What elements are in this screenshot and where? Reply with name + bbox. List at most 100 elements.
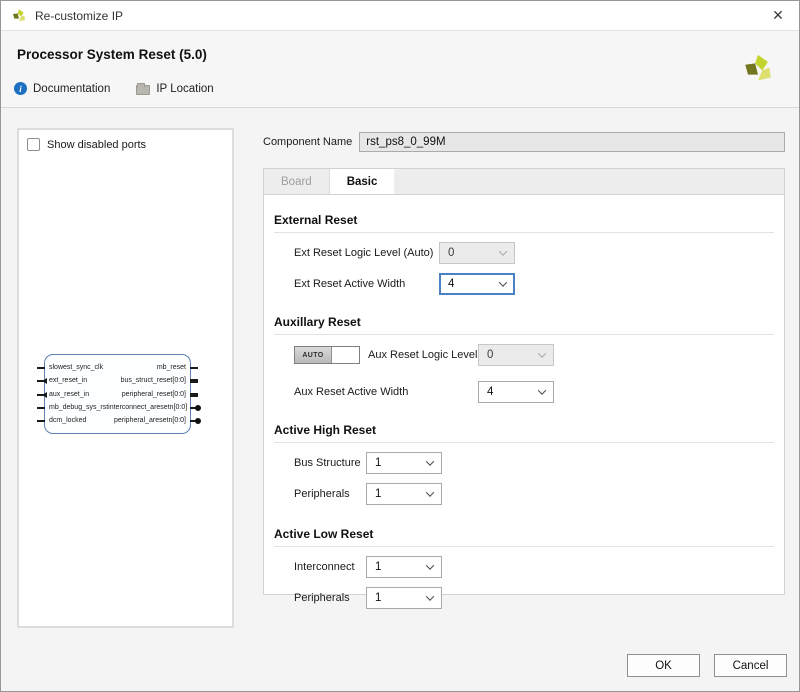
show-disabled-ports-row: Show disabled ports xyxy=(19,130,232,151)
select-value: 1 xyxy=(375,561,382,573)
section-external-reset: External Reset Ext Reset Logic Level (Au… xyxy=(274,211,774,295)
tabstrip: Board Basic xyxy=(263,168,785,194)
port-label: interconnect_aresetn[0:0] xyxy=(108,403,188,411)
field-label: Peripherals xyxy=(294,488,350,500)
field-label: Aux Reset Logic Level xyxy=(368,349,478,361)
ports-panel: Show disabled ports slowest_sync_clk mb_… xyxy=(17,128,234,628)
documentation-label: Documentation xyxy=(33,82,111,95)
port-row: mb_debug_sys_rst interconnect_aresetn[0:… xyxy=(37,402,201,414)
port-label: peripheral_aresetn[0:0] xyxy=(114,417,186,424)
select-value: 4 xyxy=(448,278,455,290)
header: Processor System Reset (5.0) i Documenta… xyxy=(1,31,799,108)
port-row: aux_reset_in peripheral_reset[0:0] xyxy=(37,389,198,401)
folder-icon xyxy=(136,82,151,95)
field-label: Peripherals xyxy=(294,592,350,604)
interconnect-select[interactable]: 1 xyxy=(366,556,442,578)
chevron-down-icon xyxy=(498,247,508,256)
section-title: Active Low Reset xyxy=(274,525,774,547)
section-title: Active High Reset xyxy=(274,421,774,443)
peripherals-low-row: Peripherals 1 xyxy=(274,587,774,609)
toolbar: i Documentation IP Location xyxy=(14,82,214,95)
bus-structure-select[interactable]: 1 xyxy=(366,452,442,474)
peripherals-low-select[interactable]: 1 xyxy=(366,587,442,609)
port-label: mb_reset xyxy=(156,364,186,371)
field-label: Aux Reset Active Width xyxy=(294,386,409,398)
ip-location-button[interactable]: IP Location xyxy=(136,82,214,95)
peripherals-high-select[interactable]: 1 xyxy=(366,483,442,505)
ip-location-label: IP Location xyxy=(156,82,214,95)
aux-reset-active-width-row: Aux Reset Active Width 4 xyxy=(274,381,774,403)
peripherals-high-row: Peripherals 1 xyxy=(274,483,774,505)
window-title: Re-customize IP xyxy=(35,8,124,23)
field-label: Bus Structure xyxy=(294,457,361,469)
field-label: Ext Reset Logic Level (Auto) xyxy=(294,247,434,259)
port-label: aux_reset_in xyxy=(49,390,90,398)
port-label: bus_struct_reset[0:0] xyxy=(120,377,186,385)
port-row: slowest_sync_clk mb_reset xyxy=(37,362,198,374)
xilinx-logo xyxy=(745,54,771,81)
select-value: 0 xyxy=(448,247,455,259)
ip-block-diagram: slowest_sync_clk mb_reset ext_reset_in b… xyxy=(37,354,201,434)
section-active-high-reset: Active High Reset Bus Structure 1 Periph… xyxy=(274,421,774,505)
show-disabled-ports-checkbox[interactable] xyxy=(27,138,40,151)
footer: OK Cancel xyxy=(627,654,787,677)
aux-reset-logic-level-select: 0 xyxy=(478,344,554,366)
component-name-label: Component Name xyxy=(263,136,353,148)
config-panel: Component Name rst_ps8_0_99M Board Basic… xyxy=(263,108,785,609)
chevron-down-icon xyxy=(425,561,435,570)
ok-button[interactable]: OK xyxy=(627,654,700,677)
page-title: Processor System Reset (5.0) xyxy=(17,47,207,62)
chevron-down-icon xyxy=(425,457,435,466)
port-stub-line xyxy=(37,367,45,369)
port-label: slowest_sync_clk xyxy=(49,364,104,371)
section-auxillary-reset: Auxillary Reset AUTO Aux Reset Logic Lev… xyxy=(274,313,774,403)
port-label: ext_reset_in xyxy=(49,377,88,385)
port-stub-line xyxy=(37,420,45,422)
documentation-button[interactable]: i Documentation xyxy=(14,82,110,95)
component-name-field: rst_ps8_0_99M xyxy=(359,132,785,152)
port-stub-line xyxy=(190,367,198,369)
chevron-down-icon xyxy=(537,386,547,395)
info-icon: i xyxy=(14,82,27,95)
main-area: Show disabled ports slowest_sync_clk mb_… xyxy=(1,108,799,648)
port-row: ext_reset_in bus_struct_reset[0:0] xyxy=(37,375,198,387)
section-active-low-reset: Active Low Reset Interconnect 1 Peripher… xyxy=(274,525,774,609)
component-name-row: Component Name rst_ps8_0_99M xyxy=(263,132,785,152)
chevron-down-icon xyxy=(498,278,508,287)
port-stub-line xyxy=(37,406,45,409)
port-label: mb_debug_sys_rst xyxy=(49,403,109,411)
port-label: peripheral_reset[0:0] xyxy=(121,390,186,398)
section-title: Auxillary Reset xyxy=(274,313,774,335)
auto-toggle[interactable]: AUTO xyxy=(294,346,360,364)
cancel-button[interactable]: Cancel xyxy=(714,654,787,677)
port-stub-circle xyxy=(190,418,201,424)
select-value: 0 xyxy=(487,349,494,361)
chevron-down-icon xyxy=(425,488,435,497)
ext-reset-active-width-row: Ext Reset Active Width 4 xyxy=(274,273,774,295)
aux-reset-active-width-select[interactable]: 4 xyxy=(478,381,554,403)
port-stub-circle xyxy=(190,404,201,411)
titlebar: Re-customize IP ✕ xyxy=(1,1,799,31)
bus-structure-row: Bus Structure 1 xyxy=(274,452,774,474)
port-label: dcm_locked xyxy=(49,417,87,424)
xilinx-window-icon xyxy=(13,8,25,21)
auto-toggle-label: AUTO xyxy=(295,347,332,363)
field-label: Interconnect xyxy=(294,561,355,573)
interconnect-row: Interconnect 1 xyxy=(274,556,774,578)
basic-tab-panel: External Reset Ext Reset Logic Level (Au… xyxy=(263,194,785,609)
aux-reset-logic-level-row: AUTO Aux Reset Logic Level 0 xyxy=(274,344,774,366)
re-customize-ip-dialog: Re-customize IP ✕ Processor System Reset… xyxy=(0,0,800,692)
show-disabled-ports-label: Show disabled ports xyxy=(47,138,147,151)
port-stub-bus xyxy=(190,379,198,384)
port-stub-arrow xyxy=(37,378,47,385)
ext-reset-active-width-select[interactable]: 4 xyxy=(439,273,515,295)
tab-board[interactable]: Board xyxy=(264,169,330,194)
chevron-down-icon xyxy=(537,349,547,358)
chevron-down-icon xyxy=(425,592,435,601)
close-icon[interactable]: ✕ xyxy=(767,5,789,27)
select-value: 4 xyxy=(487,386,494,398)
port-stub-arrow xyxy=(37,391,47,398)
tab-basic[interactable]: Basic xyxy=(329,169,395,194)
select-value: 1 xyxy=(375,488,382,500)
section-title: External Reset xyxy=(274,211,774,233)
